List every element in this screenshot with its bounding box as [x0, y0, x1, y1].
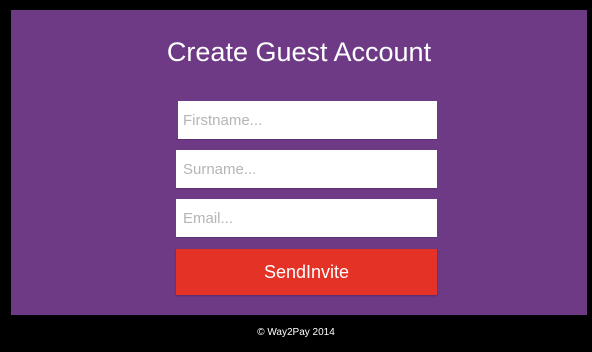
- page-frame: Create Guest Account SendInvite © Way2Pa…: [0, 0, 592, 352]
- guest-account-panel: Create Guest Account SendInvite: [11, 10, 587, 315]
- email-field[interactable]: [176, 199, 437, 237]
- send-invite-button[interactable]: SendInvite: [176, 249, 437, 295]
- firstname-field[interactable]: [176, 101, 437, 139]
- page-title: Create Guest Account: [166, 37, 432, 67]
- footer-copyright: © Way2Pay 2014: [257, 327, 335, 338]
- surname-field[interactable]: [176, 150, 437, 188]
